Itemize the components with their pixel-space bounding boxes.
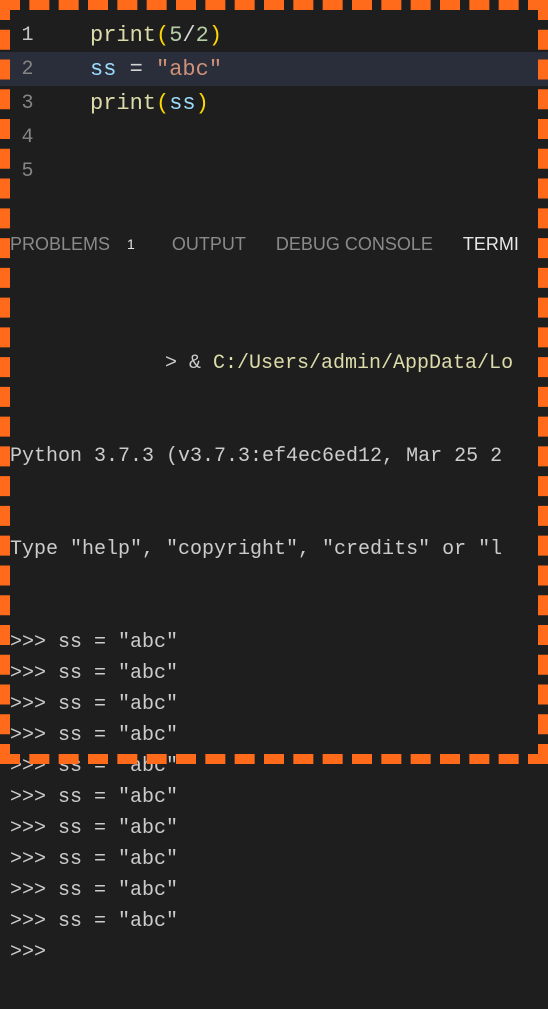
cmd-prefix: > & [165,352,213,375]
tab-terminal[interactable]: TERMI [463,234,519,255]
repl-line: >>> ss = "abc" [10,751,538,782]
tab-output-label: OUTPUT [172,234,246,255]
repl-line: >>> [10,937,538,968]
code-line[interactable]: 2ss = "abc" [0,52,548,86]
code-content: print(ss) [55,91,209,116]
code-line[interactable]: 4 [0,120,548,154]
tab-problems-label: PROBLEMS [10,234,110,255]
code-editor[interactable]: 1print(5/2)2ss = "abc"3print(ss)45 [0,0,548,220]
code-line[interactable]: 5 [0,154,548,188]
tab-output[interactable]: OUTPUT [172,234,246,255]
repl-line: >>> ss = "abc" [10,658,538,689]
code-line[interactable]: 3print(ss) [0,86,548,120]
tab-debug-console[interactable]: DEBUG CONSOLE [276,234,433,255]
line-number: 2 [0,58,55,81]
code-line[interactable]: 1print(5/2) [0,18,548,52]
line-number: 1 [0,24,55,47]
cmd-path: C:/Users/admin/AppData/Lo [213,352,513,375]
terminal-command-line: > & C:/Users/admin/AppData/Lo [10,348,538,379]
tab-terminal-label: TERMI [463,234,519,255]
repl-line: >>> ss = "abc" [10,844,538,875]
code-content: print(5/2) [55,23,222,48]
repl-line: >>> ss = "abc" [10,875,538,906]
line-number: 4 [0,126,55,149]
terminal[interactable]: > & C:/Users/admin/AppData/Lo Python 3.7… [0,268,548,1009]
line-number: 3 [0,92,55,115]
repl-line: >>> ss = "abc" [10,813,538,844]
tab-problems[interactable]: PROBLEMS 1 [10,234,142,255]
repl-line: >>> ss = "abc" [10,627,538,658]
python-version-line: Python 3.7.3 (v3.7.3:ef4ec6ed12, Mar 25 … [10,441,538,472]
code-content: ss = "abc" [55,57,222,82]
repl-line: >>> ss = "abc" [10,782,538,813]
repl-line: >>> ss = "abc" [10,906,538,937]
repl-lines-container: >>> ss = "abc">>> ss = "abc">>> ss = "ab… [10,627,538,968]
repl-line: >>> ss = "abc" [10,689,538,720]
editor-lines-container: 1print(5/2)2ss = "abc"3print(ss)45 [0,18,548,188]
repl-line: >>> ss = "abc" [10,720,538,751]
python-help-line: Type "help", "copyright", "credits" or "… [10,534,538,565]
panel-tabs: PROBLEMS 1 OUTPUT DEBUG CONSOLE TERMI [0,220,548,268]
tab-debug-label: DEBUG CONSOLE [276,234,433,255]
line-number: 5 [0,160,55,183]
problems-count-badge: 1 [120,235,142,253]
